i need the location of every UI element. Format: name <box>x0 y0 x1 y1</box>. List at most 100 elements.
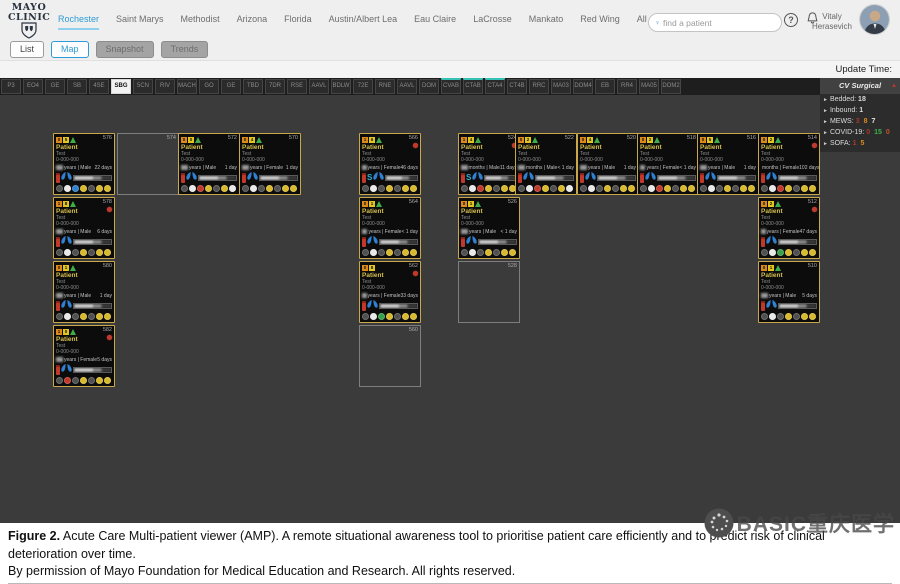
status-dot-y <box>386 249 393 256</box>
user-name: Vitaly Herasevich <box>812 12 852 32</box>
patient-card-562[interactable]: 56208PatientTest0-000-000years | Female3… <box>359 261 421 323</box>
unit-tab-rr4-28[interactable]: RR4 <box>617 79 637 94</box>
unit-tab-ge-2[interactable]: GE <box>45 79 65 94</box>
view-tab-trends[interactable]: Trends <box>161 41 209 58</box>
nav-item-eau-claire[interactable]: Eau Claire <box>414 14 456 30</box>
unit-tab-rrc-24[interactable]: RRC <box>529 79 549 94</box>
patient-card-510[interactable]: 51001PatientTest0-000-000years | Male5 d… <box>758 261 820 323</box>
view-tab-map[interactable]: Map <box>51 41 89 58</box>
unit-tab-eo4-1[interactable]: EO4 <box>23 79 43 94</box>
unit-tab-dom4-26[interactable]: DOM4 <box>573 79 593 94</box>
patient-card-518[interactable]: 51802PatientTest0-000-000years | Female<… <box>637 133 699 195</box>
patient-search-input[interactable] <box>663 18 774 28</box>
unit-tab-7dr-12[interactable]: 7DR <box>265 79 285 94</box>
patient-card-516[interactable]: 51605PatientTest0-000-000years | Male1 d… <box>697 133 759 195</box>
unit-tab-eb-27[interactable]: EB <box>595 79 615 94</box>
unit-tab-aavl-18[interactable]: AAVL <box>397 79 417 94</box>
patient-card-578[interactable]: 57818PatientTest0-000-000years | Male6 d… <box>53 197 115 259</box>
status-dot-d <box>461 185 468 192</box>
unit-panel-header[interactable]: CV Surgical ▲ <box>820 78 900 94</box>
unit-tab-ct4b-23[interactable]: CT4B <box>507 79 527 94</box>
view-tab-list[interactable]: List <box>10 41 44 58</box>
nav-item-methodist[interactable]: Methodist <box>181 14 220 30</box>
lungs-icon <box>585 172 596 183</box>
nav-item-red-wing[interactable]: Red Wing <box>580 14 620 30</box>
length-of-stay: 1 day <box>744 165 756 171</box>
nav-item-arizona[interactable]: Arizona <box>237 14 268 30</box>
patient-card-580[interactable]: 58001PatientTest0-000-000years | Male1 d… <box>53 261 115 323</box>
status-dot-y <box>688 185 695 192</box>
unit-tab-go-9[interactable]: GO <box>199 79 219 94</box>
patient-card-582[interactable]: 58210PatientTest0-000-000years | Female5… <box>53 325 115 387</box>
status-dot-d <box>716 185 723 192</box>
unit-tab-cta4-22[interactable]: CTA4 <box>485 79 505 94</box>
unit-tab-sb-3[interactable]: SB <box>67 79 87 94</box>
status-dots <box>761 185 817 193</box>
unit-tab-rse-13[interactable]: RSE <box>287 79 307 94</box>
unit-tab-cvab-20[interactable]: CVAB <box>441 79 461 94</box>
unit-tab-ma05-29[interactable]: MA05 <box>639 79 659 94</box>
patient-mrn: 0-000-000 <box>56 349 112 355</box>
unit-tab-tbd-11[interactable]: TBD <box>243 79 263 94</box>
status-dot-d <box>378 249 385 256</box>
panel-collapse-icon[interactable]: ▲ <box>891 78 897 94</box>
patient-card-526[interactable]: 52601PatientTest0-000-000years | Male< 1… <box>458 197 520 259</box>
unit-tab-ma03-25[interactable]: MA03 <box>551 79 571 94</box>
patient-card-514[interactable]: 51402PatientTest0-000-000months | Female… <box>758 133 820 195</box>
acuity-chip-yellow: 5 <box>63 137 69 143</box>
unit-tab-5cn-6[interactable]: 5CN <box>133 79 153 94</box>
patient-card-512[interactable]: 51202PatientTest0-000-000years | Female4… <box>758 197 820 259</box>
unit-tab-mach-8[interactable]: MACH <box>177 79 197 94</box>
lungs-icon <box>766 172 777 183</box>
unit-tab-bdlw-15[interactable]: BDLW <box>331 79 351 94</box>
nav-item-rochester[interactable]: Rochester <box>58 14 99 30</box>
status-dot-w <box>566 185 573 192</box>
patient-card-576[interactable]: 57605PatientTest0-000-000years | Male22 … <box>53 133 115 195</box>
unit-tab-rne-17[interactable]: RNE <box>375 79 395 94</box>
unit-tab-4se-4[interactable]: 4SE <box>89 79 109 94</box>
patient-demographics: months | Male< 1 day <box>518 165 574 171</box>
patient-card-522[interactable]: 52202PatientTest0-000-000months | Male< … <box>515 133 577 195</box>
status-dot-d <box>378 185 385 192</box>
nav-item-florida[interactable]: Florida <box>284 14 312 30</box>
unit-tab-ctab-21[interactable]: CTAB <box>463 79 483 94</box>
patient-card-572[interactable]: 57200PatientTest0-000-000years | Male1 d… <box>178 133 240 195</box>
status-dot-d <box>596 185 603 192</box>
acuity-chip-yellow: 8 <box>369 265 375 271</box>
patient-name: Patient <box>362 208 418 215</box>
unit-tab-dom2-30[interactable]: DOM2 <box>661 79 681 94</box>
nav-item-austin-albert-lea[interactable]: Austin/Albert Lea <box>329 14 398 30</box>
iv-pump-icon <box>181 173 185 183</box>
status-dot-y <box>96 249 103 256</box>
status-dot-y <box>104 249 111 256</box>
acuity-chip-orange: 0 <box>181 137 187 143</box>
patient-search-box[interactable] <box>648 13 782 32</box>
unit-tab-p3-0[interactable]: P3 <box>1 79 21 94</box>
patient-card-524[interactable]: 52414PatientTest0-000-000months | Male11… <box>458 133 520 195</box>
unit-tab-72e-16[interactable]: 72E <box>353 79 373 94</box>
unit-tab-sbg-5[interactable]: SBG <box>111 79 131 94</box>
status-dot-y <box>410 313 417 320</box>
status-dot-y <box>80 377 87 384</box>
help-icon[interactable]: ? <box>784 13 798 27</box>
nav-item-mankato[interactable]: Mankato <box>529 14 564 30</box>
nav-item-all[interactable]: All <box>637 14 647 30</box>
patient-card-564[interactable]: 56401PatientTest0-000-000years | Female<… <box>359 197 421 259</box>
trend-bar <box>73 175 112 181</box>
patient-mrn: 0-000-000 <box>700 157 756 163</box>
patient-card-520[interactable]: 52004PatientTest0-000-000years | Male1 d… <box>577 133 639 195</box>
status-dot-r <box>64 377 71 384</box>
unit-tab-aavl-14[interactable]: AAVL <box>309 79 329 94</box>
nav-item-lacrosse[interactable]: LaCrosse <box>473 14 512 30</box>
unit-tab-ge-10[interactable]: GE <box>221 79 241 94</box>
unit-tab-dom-19[interactable]: DOM <box>419 79 439 94</box>
nav-item-saint-marys[interactable]: Saint Marys <box>116 14 164 30</box>
unit-tab-riv-7[interactable]: RIV <box>155 79 175 94</box>
patient-card-566[interactable]: 56616PatientTest0-000-000years | Female4… <box>359 133 421 195</box>
patient-card-570[interactable]: 57004PatientTest0-000-000years | Female1… <box>239 133 301 195</box>
view-tab-snapshot[interactable]: Snapshot <box>96 41 154 58</box>
user-avatar[interactable] <box>859 4 890 35</box>
room-number: 576 <box>103 135 112 141</box>
status-dot-y <box>96 313 103 320</box>
trend-bar-fill <box>260 176 297 180</box>
